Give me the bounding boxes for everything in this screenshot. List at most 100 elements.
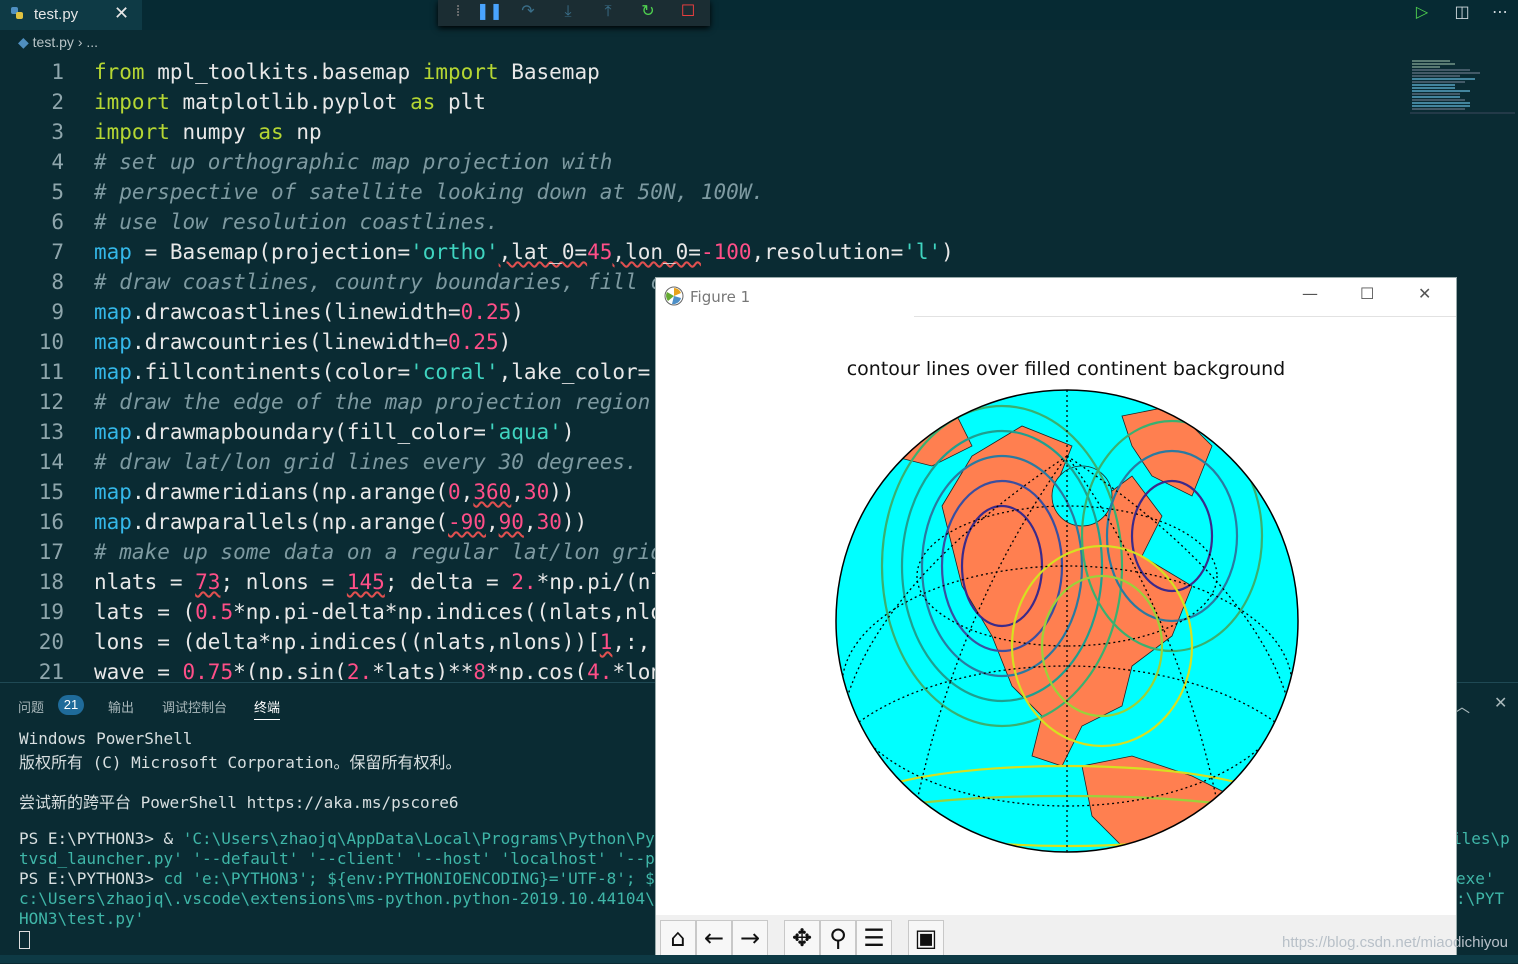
globe-map — [835, 389, 1299, 853]
line-number: 13 — [38, 420, 64, 444]
code-line: from mpl_toolkits.basemap import Basemap — [94, 60, 600, 84]
close-tab-icon[interactable]: ✕ — [114, 3, 129, 24]
more-actions-icon[interactable]: ⋯ — [1486, 0, 1514, 24]
breadcrumb: ◆ test.py › ... — [18, 34, 98, 51]
line-number: 17 — [38, 540, 64, 564]
line-number: 11 — [38, 360, 64, 384]
step-out-icon[interactable]: ⤒ — [596, 0, 620, 24]
watermark: https://blog.csdn.net/miaodichiyou — [1282, 934, 1508, 951]
split-editor-icon[interactable]: ◫ — [1448, 0, 1476, 24]
line-number: 6 — [51, 210, 64, 234]
breadcrumb-file[interactable]: test.py — [33, 34, 74, 50]
matplotlib-logo-icon — [664, 286, 684, 306]
terminal-line: c:\Users\zhaojq\.vscode\extensions\ms-py… — [19, 889, 703, 908]
close-window-icon[interactable]: ✕ — [1418, 284, 1431, 303]
line-number: 4 — [51, 150, 64, 174]
code-line: map.drawcountries(linewidth=0.25) — [94, 330, 512, 354]
terminal-line-tail: exe' — [1456, 869, 1495, 888]
figure-window: Figure 1 — ☐ ✕ contour lines over filled… — [655, 277, 1457, 962]
terminal-line: tvsd_launcher.py' '--default' '--client'… — [19, 849, 694, 868]
line-number: 7 — [51, 240, 64, 264]
code-line: wave = 0.75*(np.sin(2.*lats)**8*np.cos(4… — [94, 660, 676, 680]
terminal-line: PS E:\PYTHON3> cd 'e:\PYTHON3'; ${env:PY… — [19, 869, 703, 888]
minimap[interactable] — [1410, 58, 1515, 114]
editor-tab-test-py[interactable]: test.py ✕ — [0, 0, 142, 30]
stop-icon[interactable]: ☐ — [676, 0, 700, 24]
line-number: 8 — [51, 270, 64, 294]
back-arrow-icon[interactable]: ← — [696, 920, 732, 956]
status-bar — [0, 955, 1518, 963]
code-line: import numpy as np — [94, 120, 322, 144]
step-into-icon[interactable]: ⤓ — [556, 0, 580, 24]
code-line: # make up some data on a regular lat/lon… — [94, 540, 663, 564]
code-line: import matplotlib.pyplot as plt — [94, 90, 486, 114]
code-line: nlats = 73; nlons = 145; delta = 2.*np.p… — [94, 570, 663, 594]
tab-problems[interactable]: 问题 — [18, 697, 44, 716]
code-line: # perspective of satellite looking down … — [94, 180, 765, 204]
code-line: map.fillcontinents(color='coral',lake_co… — [94, 360, 676, 384]
code-line: map.drawcoastlines(linewidth=0.25) — [94, 300, 524, 324]
tab-terminal[interactable]: 终端 — [254, 697, 281, 720]
line-number: 15 — [38, 480, 64, 504]
breadcrumb-more[interactable]: ... — [86, 34, 98, 50]
code-line: # draw the edge of the map projection re… — [94, 390, 651, 414]
zoom-icon[interactable]: ⚲ — [820, 920, 856, 956]
line-number: 12 — [38, 390, 64, 414]
code-line: # set up orthographic map projection wit… — [94, 150, 613, 174]
line-number: 10 — [38, 330, 64, 354]
tab-debug-console[interactable]: 调试控制台 — [162, 697, 227, 716]
line-number: 5 — [51, 180, 64, 204]
problems-count-badge: 21 — [58, 695, 84, 715]
plot-title: contour lines over filled continent back… — [846, 358, 1286, 380]
python-file-icon: ◆ — [18, 34, 29, 50]
code-line: map.drawmeridians(np.arange(0,360,30)) — [94, 480, 575, 504]
figure-window-title: Figure 1 — [690, 288, 751, 306]
step-over-icon[interactable]: ↷ — [516, 0, 540, 24]
figure-title-bar[interactable]: Figure 1 — ☐ ✕ — [656, 278, 1456, 316]
run-icon[interactable]: ▷ — [1408, 0, 1436, 24]
breadcrumb-separator: › — [77, 34, 83, 50]
tab-label: test.py — [34, 6, 79, 23]
configure-subplots-icon[interactable]: ☰ — [856, 920, 892, 956]
line-number: 9 — [51, 300, 64, 324]
forward-arrow-icon[interactable]: → — [732, 920, 768, 956]
minimize-window-icon[interactable]: — — [1302, 284, 1318, 303]
save-icon[interactable]: ▣ — [908, 920, 944, 956]
terminal-line: Windows PowerShell — [19, 729, 193, 748]
line-number: 18 — [38, 570, 64, 594]
terminal-cursor — [19, 931, 30, 949]
code-line: map.drawmapboundary(fill_color='aqua') — [94, 420, 575, 444]
terminal-line: PS E:\PYTHON3> & 'C:\Users\zhaojq\AppDat… — [19, 829, 703, 848]
restart-icon[interactable]: ↻ — [636, 0, 660, 24]
maximize-window-icon[interactable]: ☐ — [1360, 284, 1374, 303]
code-line: lons = (delta*np.indices((nlats,nlons))[… — [94, 630, 676, 654]
code-line: # draw lat/lon grid lines every 30 degre… — [94, 450, 638, 474]
pan-icon[interactable]: ✥ — [784, 920, 820, 956]
tab-bar — [0, 0, 1518, 30]
line-number: 1 — [51, 60, 64, 84]
tab-output[interactable]: 输出 — [108, 697, 134, 716]
line-number: 16 — [38, 510, 64, 534]
title-divider — [914, 316, 1456, 317]
terminal-line: 尝试新的跨平台 PowerShell https://aka.ms/pscore… — [19, 793, 459, 812]
code-line: # draw coastlines, country boundaries, f… — [94, 270, 676, 294]
terminal-line: HON3\test.py' — [19, 909, 145, 928]
editor-actions: ▷ ◫ ⋯ — [1408, 0, 1518, 26]
code-line: map.drawparallels(np.arange(-90,90,30)) — [94, 510, 588, 534]
python-file-icon — [11, 7, 23, 19]
line-number: 20 — [38, 630, 64, 654]
close-panel-icon[interactable]: ✕ — [1494, 693, 1507, 712]
line-number: 21 — [38, 660, 64, 680]
line-number: 14 — [38, 450, 64, 474]
terminal-line-tail: iles\p — [1452, 829, 1510, 848]
code-line: # use low resolution coastlines. — [94, 210, 499, 234]
drag-handle-icon[interactable]: ⁞ — [446, 0, 470, 24]
code-line: lats = (0.5*np.pi-delta*np.indices((nlat… — [94, 600, 676, 624]
pause-icon[interactable]: ❚❚ — [476, 0, 503, 24]
terminal-line: 版权所有 (C) Microsoft Corporation。保留所有权利。 — [19, 753, 462, 772]
code-line: map = Basemap(projection='ortho',lat_0=4… — [94, 240, 954, 264]
debug-toolbar: ⁞ ❚❚ ↷ ⤓ ⤒ ↻ ☐ — [438, 0, 710, 26]
line-number: 2 — [51, 90, 64, 114]
line-number: 3 — [51, 120, 64, 144]
home-icon[interactable]: ⌂ — [660, 920, 696, 956]
